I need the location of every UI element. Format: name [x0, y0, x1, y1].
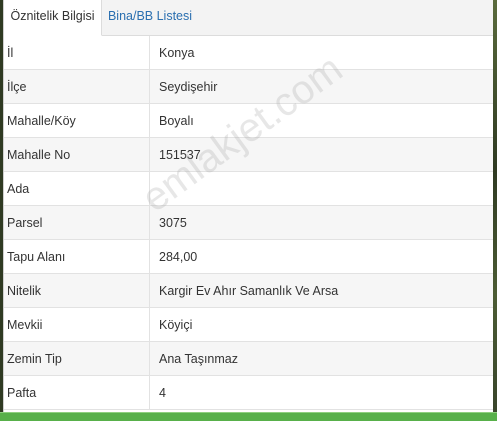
tab-attribute-info[interactable]: Öznitelik Bilgisi	[4, 0, 102, 36]
table-row: Pafta 4	[4, 375, 493, 410]
bottom-accent-bar	[0, 412, 497, 421]
row-value: Ana Taşınmaz	[149, 341, 493, 376]
tab-bar: Öznitelik Bilgisi Bina/BB Listesi	[4, 0, 493, 36]
row-key: Mevkii	[4, 307, 150, 342]
row-key: Nitelik	[4, 273, 150, 308]
row-value: Kargir Ev Ahır Samanlık Ve Arsa	[149, 273, 493, 308]
row-value: 4	[149, 375, 493, 410]
table-row: Parsel 3075	[4, 205, 493, 240]
row-value: 151537	[149, 137, 493, 172]
row-key: Mahalle/Köy	[4, 103, 150, 138]
table-row: Mahalle/Köy Boyalı	[4, 103, 493, 138]
row-value: Seydişehir	[149, 69, 493, 104]
row-value	[149, 171, 493, 206]
row-key: Parsel	[4, 205, 150, 240]
row-key: Ada	[4, 171, 150, 206]
row-key: Tapu Alanı	[4, 239, 150, 274]
row-value: 284,00	[149, 239, 493, 274]
table-row: Nitelik Kargir Ev Ahır Samanlık Ve Arsa	[4, 273, 493, 308]
table-row: İl Konya	[4, 36, 493, 70]
row-key: İl	[4, 36, 150, 70]
parcel-info-panel: Öznitelik Bilgisi Bina/BB Listesi İl Kon…	[3, 0, 493, 421]
row-value: Konya	[149, 36, 493, 70]
row-key: Zemin Tip	[4, 341, 150, 376]
table-row: Ada	[4, 171, 493, 206]
table-row: Mevkii Köyiçi	[4, 307, 493, 342]
table-row: İlçe Seydişehir	[4, 69, 493, 104]
row-value: Boyalı	[149, 103, 493, 138]
table-row: Mahalle No 151537	[4, 137, 493, 172]
row-value: Köyiçi	[149, 307, 493, 342]
table-row: Tapu Alanı 284,00	[4, 239, 493, 274]
row-value: 3075	[149, 205, 493, 240]
attribute-table: İl Konya İlçe Seydişehir Mahalle/Köy Boy…	[4, 36, 493, 410]
row-key: Mahalle No	[4, 137, 150, 172]
row-key: Pafta	[4, 375, 150, 410]
table-row: Zemin Tip Ana Taşınmaz	[4, 341, 493, 376]
tab-building-list[interactable]: Bina/BB Listesi	[102, 0, 198, 35]
row-key: İlçe	[4, 69, 150, 104]
